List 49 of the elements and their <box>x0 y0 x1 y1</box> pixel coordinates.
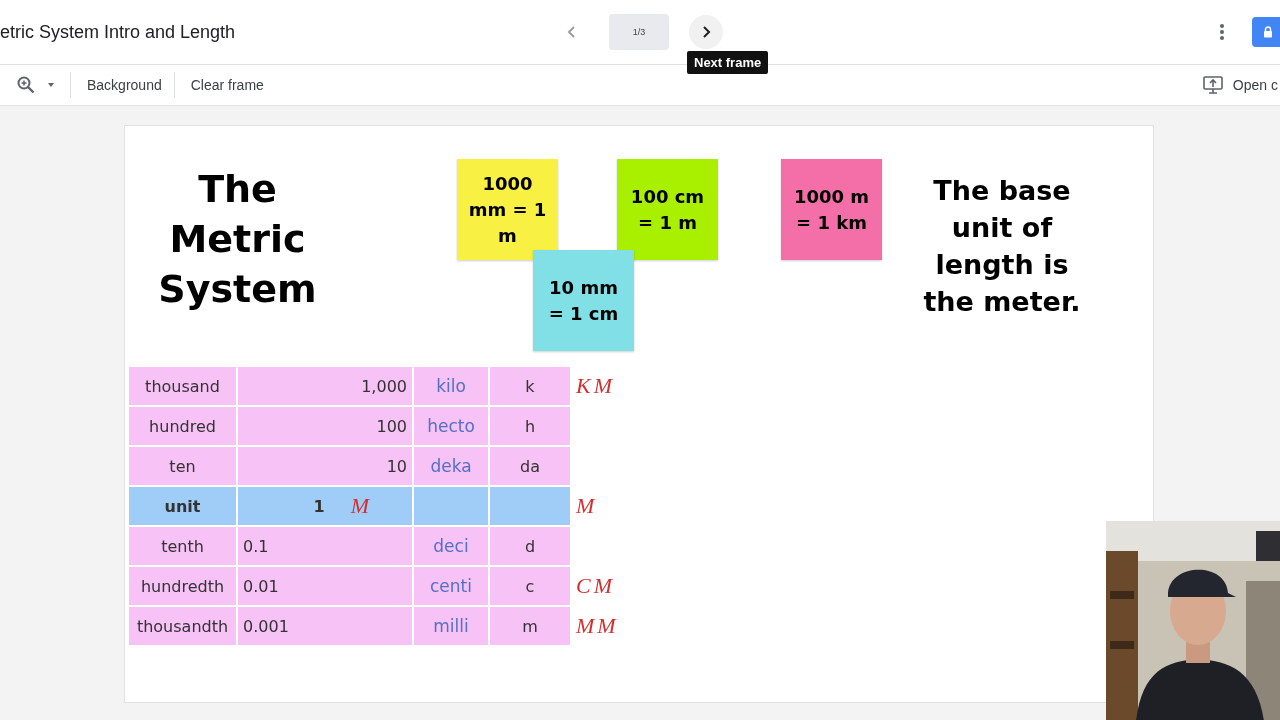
table-cell: h <box>490 407 570 445</box>
handwritten-note: M <box>350 493 372 519</box>
lock-icon <box>1263 26 1273 38</box>
chevron-right-icon <box>700 25 712 39</box>
sticky-note: 1000 mm = 1 m <box>457 159 558 260</box>
next-frame-button[interactable] <box>689 15 723 49</box>
table-cell: 10 <box>238 447 412 485</box>
open-button[interactable]: Open c <box>1202 76 1278 94</box>
table-cell: hundred <box>129 407 236 445</box>
handwritten-note: KM <box>576 373 615 399</box>
table-cell: thousandth <box>129 607 236 645</box>
previous-frame-icon[interactable] <box>566 25 578 39</box>
table-cell: tenth <box>129 527 236 565</box>
cell-value: 1 <box>313 496 325 516</box>
table-cell: c <box>490 567 570 605</box>
table-cell: 0.1 <box>238 527 412 565</box>
table-cell: da <box>490 447 570 485</box>
table-cell: ten <box>129 447 236 485</box>
tooltip: Next frame <box>687 51 769 74</box>
share-button[interactable] <box>1252 17 1280 47</box>
table-cell: centi <box>414 567 488 605</box>
caption-text: The base unit of length is the meter. <box>922 174 1082 319</box>
present-icon <box>1202 76 1223 94</box>
table-cell: hecto <box>414 407 488 445</box>
table-cell: 100 <box>238 407 412 445</box>
handwritten-note: M <box>576 493 598 519</box>
board-title: The Metric System <box>157 166 318 313</box>
background-button[interactable]: Background <box>87 73 162 97</box>
sticky-note: 1000 m = 1 km <box>781 159 882 260</box>
table-cell: milli <box>414 607 488 645</box>
frame-counter-button[interactable]: 1/3 <box>609 14 669 50</box>
table-cell: 0.001 <box>238 607 412 645</box>
table-cell: unit <box>129 487 236 525</box>
table-cell: k <box>490 367 570 405</box>
table-cell: deka <box>414 447 488 485</box>
document-title: etric System Intro and Length <box>0 21 237 43</box>
sticky-note: 10 mm = 1 cm <box>533 250 634 351</box>
table-cell: kilo <box>414 367 488 405</box>
table-cell: m <box>490 607 570 645</box>
sticky-note: 100 cm = 1 m <box>617 159 718 260</box>
table-cell: thousand <box>129 367 236 405</box>
table-cell: d <box>490 527 570 565</box>
table-cell: hundredth <box>129 567 236 605</box>
handwritten-note: CM <box>576 573 615 599</box>
handwritten-note: MM <box>576 613 619 639</box>
table-cell: deci <box>414 527 488 565</box>
clear-frame-button[interactable]: Clear frame <box>190 73 264 97</box>
table-cell: 1,000 <box>238 367 412 405</box>
table-cell: 0.01 <box>238 567 412 605</box>
